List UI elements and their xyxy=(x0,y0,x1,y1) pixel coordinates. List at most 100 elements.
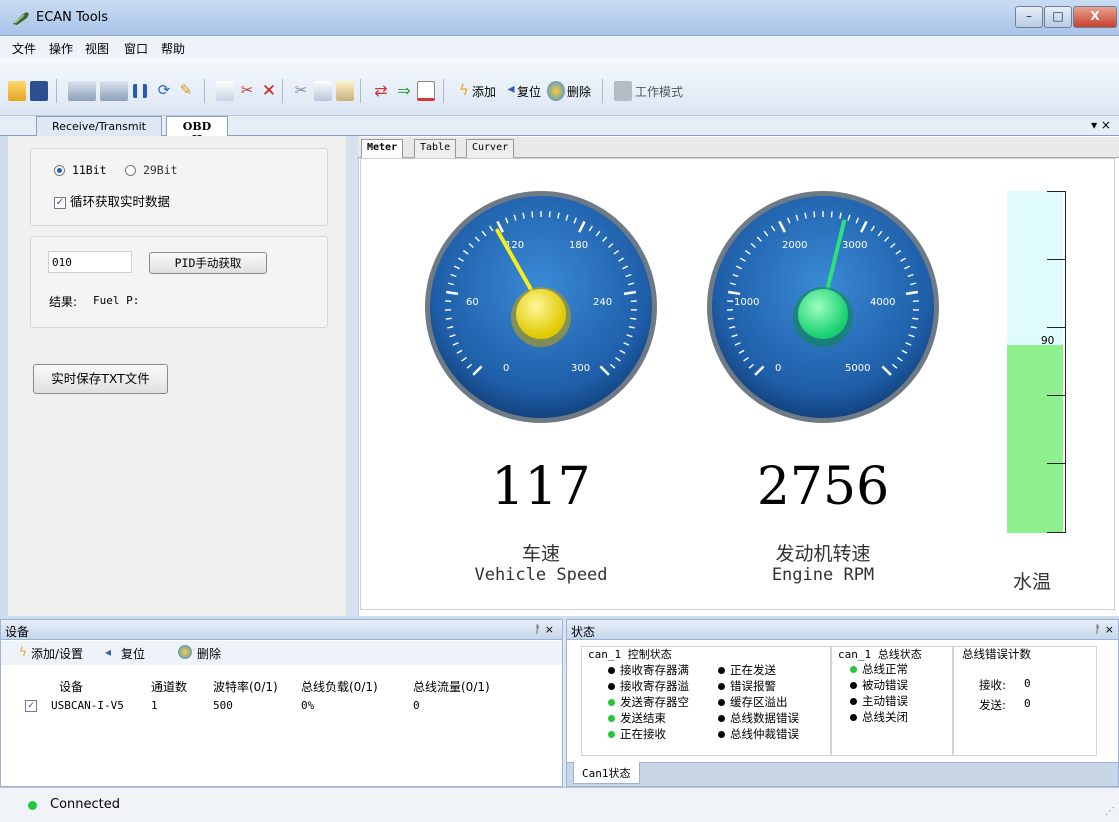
delete-x-icon[interactable]: ✕ xyxy=(260,81,278,101)
resize-grip-icon[interactable]: ⋰ xyxy=(1105,806,1115,817)
device-add-icon[interactable]: ϟ xyxy=(19,645,27,659)
toolbar-add-label[interactable]: 添加 xyxy=(472,83,496,100)
minimize-button[interactable]: – xyxy=(1015,6,1043,28)
loop-fetch-label: 循环获取实时数据 xyxy=(69,194,170,209)
loop-fetch-checkbox[interactable]: ✓ 循环获取实时数据 xyxy=(54,191,170,210)
device-flow: 0 xyxy=(413,699,420,712)
status-panel-bus-label: 总线关闭 xyxy=(862,710,908,724)
toolbar-reset-label[interactable]: 复位 xyxy=(517,83,541,100)
loop-fetch-check-icon[interactable]: ✓ xyxy=(54,196,66,209)
menu-bar: 文件 操作 视图 窗口 帮助 xyxy=(0,36,1119,59)
water-temp-label: 水温 xyxy=(1013,571,1052,593)
status-panel-bus-item: 被动错误 xyxy=(850,677,908,693)
rpm-tick-4000: 4000 xyxy=(870,297,895,308)
speed-tick-180: 180 xyxy=(569,240,588,251)
ctrl-status-title: can_1 控制状态 xyxy=(588,648,672,661)
tab-meter[interactable]: Meter xyxy=(361,139,404,158)
menu-file[interactable]: 文件 xyxy=(12,40,36,57)
tab-obd-ii[interactable]: OBD II xyxy=(166,116,228,146)
status-panel-ctrl-col2-label: 错误报警 xyxy=(730,679,776,693)
device-channels: 1 xyxy=(151,699,158,712)
status-panel-header: 状态 ᚨ × xyxy=(567,620,1118,640)
save-txt-button[interactable]: 实时保存TXT文件 xyxy=(33,364,168,394)
menu-help[interactable]: 帮助 xyxy=(161,40,185,57)
maximize-button[interactable]: □ xyxy=(1044,6,1072,28)
device-close-icon[interactable] xyxy=(100,81,128,101)
pid-fetch-button[interactable]: PID手动获取 xyxy=(149,252,267,274)
tab-table[interactable]: Table xyxy=(414,139,457,158)
table-row[interactable]: ✓ USBCAN-I-V5 1 500 0% 0 xyxy=(19,697,523,714)
status-panel-ctrl-col2-label: 正在发送 xyxy=(730,663,776,677)
status-dot-icon xyxy=(608,731,615,738)
toolbar-delete-label[interactable]: 删除 xyxy=(567,83,591,100)
pause-icon[interactable] xyxy=(133,84,147,98)
status-panel-ctrl-col1-label: 发送寄存器空 xyxy=(620,695,689,709)
pid-input[interactable] xyxy=(48,251,132,273)
status-panel-ctrl-col1-label: 接收寄存器溢 xyxy=(620,679,689,693)
device-add-button[interactable]: 添加/设置 xyxy=(31,645,83,662)
col-channels: 通道数 xyxy=(151,680,188,694)
device-panel-pin-close[interactable]: ᚨ × xyxy=(535,623,554,636)
tab-receive-transmit[interactable]: Receive/Transmit xyxy=(36,116,162,136)
radio-11bit[interactable]: 11Bit xyxy=(54,163,107,177)
status-panel-pin-close[interactable]: ᚨ × xyxy=(1095,623,1114,636)
swap-arrows-icon[interactable]: ⇄ xyxy=(372,81,390,101)
cut-tool-icon[interactable]: ✂ xyxy=(238,81,256,101)
device-reset-icon[interactable]: ◂ xyxy=(105,645,111,659)
meter-subtabs: Meter Table Curver xyxy=(358,137,1119,158)
device-name: USBCAN-I-V5 xyxy=(51,699,124,712)
speed-tick-60: 60 xyxy=(466,297,479,308)
status-panel-bus-label: 被动错误 xyxy=(862,678,908,692)
paste-icon[interactable] xyxy=(314,81,332,101)
device-reset-button[interactable]: 复位 xyxy=(121,645,145,662)
radio-11bit-indicator[interactable] xyxy=(54,165,65,176)
work-mode-icon[interactable] xyxy=(614,81,632,101)
window-icon[interactable] xyxy=(417,81,435,101)
gauge-tick xyxy=(531,211,534,218)
can1-control-status-group: can_1 控制状态 接收寄存器满 接收寄存器溢 发送寄存器空 发送结束 正在接收 正在… xyxy=(581,646,831,756)
meter-area: 0 60 120 180 240 300 0 1000 2000 3000 40… xyxy=(360,158,1115,610)
status-panel-title: 状态 xyxy=(571,625,596,639)
device-panel: 设备 ᚨ × ϟ 添加/设置 ◂ 复位 删除 设备 通道数 波特率(0/1) 总… xyxy=(0,619,563,787)
rpm-tick-1000: 1000 xyxy=(734,297,759,308)
menu-window[interactable]: 窗口 xyxy=(124,40,148,57)
device-open-icon[interactable] xyxy=(68,81,96,101)
arrow-right-icon[interactable]: ⇒ xyxy=(395,81,413,101)
delete-globe-icon[interactable] xyxy=(547,81,565,101)
col-baud: 波特率(0/1) xyxy=(213,680,278,694)
radio-29bit-indicator[interactable] xyxy=(125,165,136,176)
panel-splitter[interactable] xyxy=(346,136,358,616)
clear-brush-icon[interactable]: ✎ xyxy=(177,81,195,101)
save-icon[interactable] xyxy=(30,81,48,101)
status-panel-ctrl-col2-item: 总线数据错误 xyxy=(718,710,799,726)
add-lightning-icon[interactable]: ϟ xyxy=(455,81,473,101)
device-row-checkbox[interactable]: ✓ xyxy=(25,700,37,712)
open-folder-icon[interactable] xyxy=(8,81,26,101)
status-panel-ctrl-col2-item: 错误报警 xyxy=(718,678,776,694)
refresh-icon[interactable]: ⟳ xyxy=(155,81,173,101)
status-panel-ctrl-col1-item: 正在接收 xyxy=(608,726,666,742)
window-title: ECAN Tools xyxy=(36,10,109,25)
toolbar-work-mode-label[interactable]: 工作模式 xyxy=(635,83,683,100)
status-dot-icon xyxy=(850,682,857,689)
status-panel-ctrl-col1-label: 正在接收 xyxy=(620,727,666,741)
gauge-tick xyxy=(445,317,452,320)
tab-curver[interactable]: Curver xyxy=(466,139,515,158)
radio-29bit[interactable]: 29Bit xyxy=(125,163,178,177)
device-delete-icon[interactable] xyxy=(178,645,192,659)
menu-operate[interactable]: 操作 xyxy=(49,40,73,57)
tab-close-controls[interactable]: ▾ × xyxy=(1091,118,1111,132)
scissors-icon[interactable]: ✂ xyxy=(292,81,310,101)
close-button[interactable]: X xyxy=(1073,6,1117,28)
gauge-tick xyxy=(912,317,919,320)
speed-label-cn: 车速 xyxy=(521,543,560,565)
device-delete-button[interactable]: 删除 xyxy=(197,645,221,662)
document-icon[interactable] xyxy=(336,81,354,101)
copy-icon[interactable] xyxy=(216,81,234,101)
menu-view[interactable]: 视图 xyxy=(85,40,109,57)
app-logo-icon xyxy=(13,12,29,25)
gauge-tick xyxy=(630,317,637,320)
status-dot-icon xyxy=(718,683,725,690)
device-toolbar: ϟ 添加/设置 ◂ 复位 删除 xyxy=(1,641,562,665)
tab-can1-status[interactable]: Can1状态 xyxy=(573,762,640,784)
